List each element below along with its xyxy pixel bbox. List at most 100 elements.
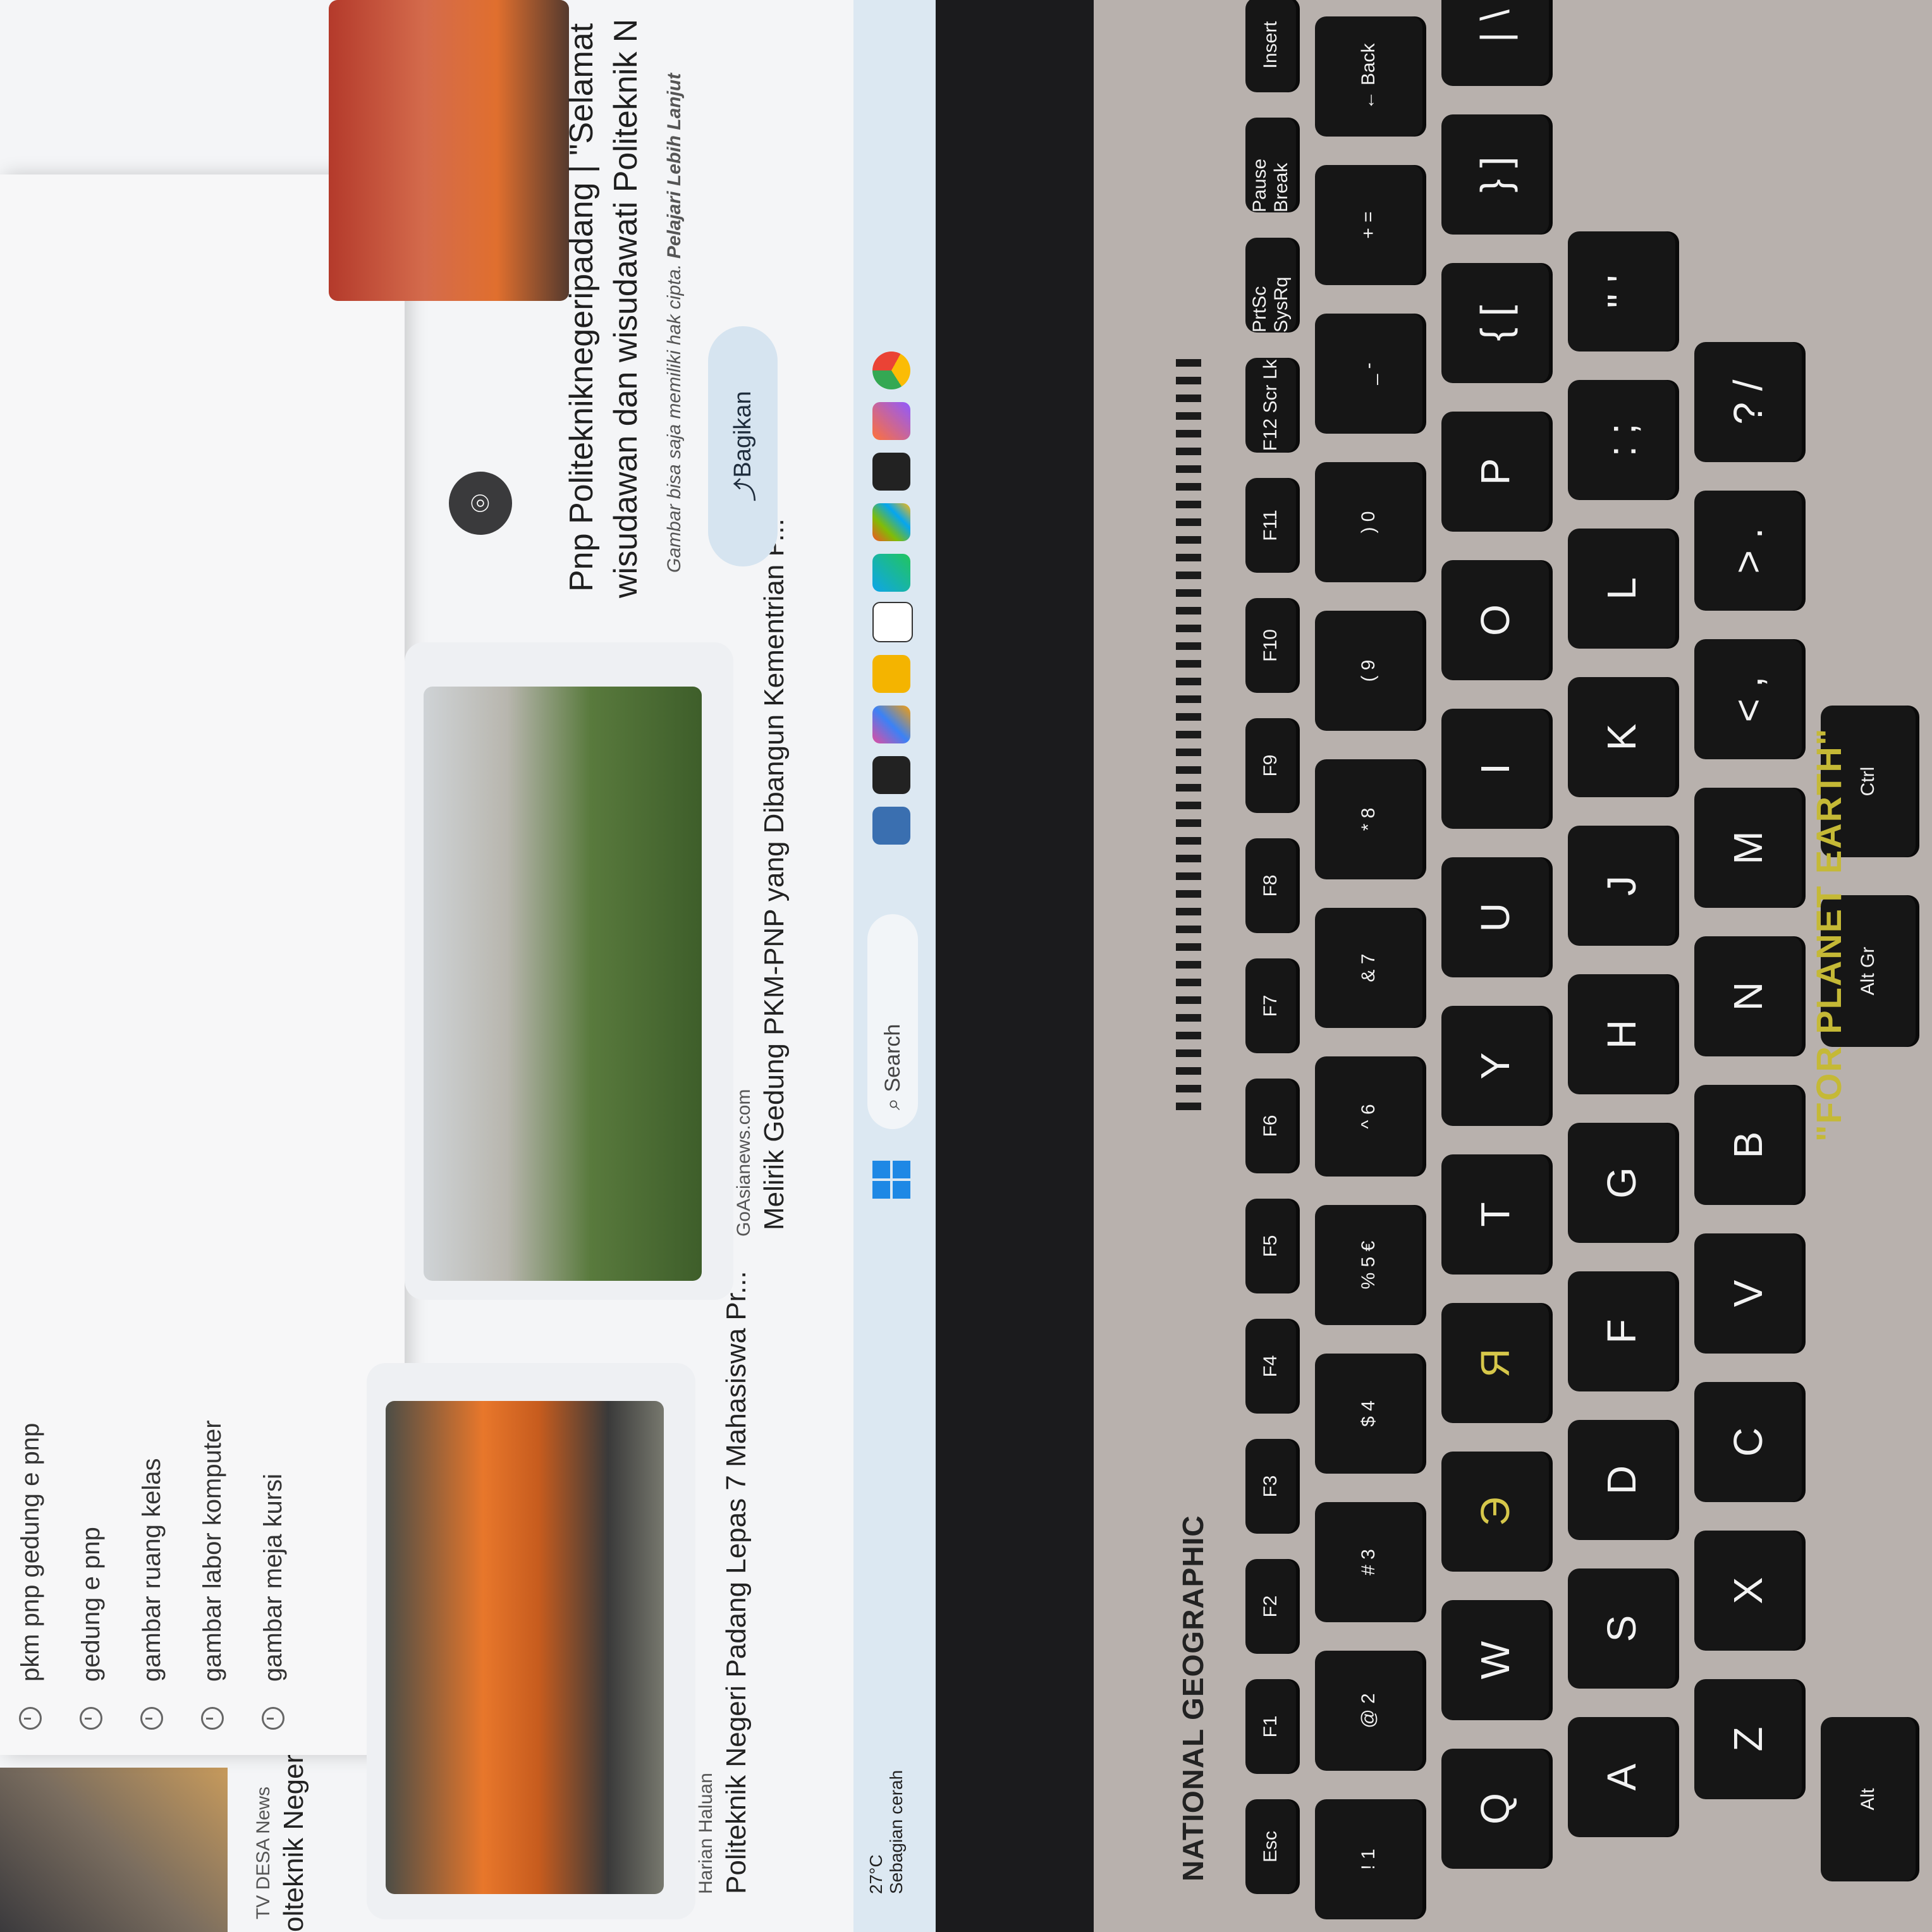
weather-widget[interactable]: 27°C Sebagian cerah: [866, 1770, 907, 1894]
key[interactable]: " ': [1568, 231, 1675, 352]
key[interactable]: Z: [1694, 1679, 1802, 1799]
share-label: Bagikan: [729, 391, 756, 478]
dropbox-icon[interactable]: [872, 453, 910, 491]
key[interactable]: ! 1: [1315, 1799, 1422, 1919]
key[interactable]: F2: [1245, 1559, 1296, 1654]
screen-content: TV DESA News olteknik Negeri pkm pnp ged…: [0, 0, 936, 1932]
suggestion-item[interactable]: gambar meja kursi: [243, 174, 303, 1755]
detail-title: wisudawan dan wisudawati Politeknik N: [608, 18, 644, 598]
windows-start-icon[interactable]: [872, 1161, 910, 1199]
key[interactable]: < ,: [1694, 639, 1802, 759]
key[interactable]: ) 0: [1315, 462, 1422, 582]
firefox-icon[interactable]: [872, 402, 910, 440]
key[interactable]: W: [1441, 1600, 1549, 1720]
key[interactable]: C: [1694, 1382, 1802, 1502]
key[interactable]: * 8: [1315, 759, 1422, 879]
key[interactable]: + =: [1315, 165, 1422, 285]
key[interactable]: : ;: [1568, 380, 1675, 500]
speaker-grille: [1176, 352, 1201, 1110]
key[interactable]: F1: [1245, 1679, 1296, 1774]
card-headline[interactable]: Politeknik Negeri Padang Lepas 7 Mahasis…: [721, 1271, 752, 1894]
key[interactable]: F4: [1245, 1319, 1296, 1414]
key[interactable]: F6: [1245, 1079, 1296, 1173]
key[interactable]: U: [1441, 857, 1549, 977]
key[interactable]: Insert: [1245, 0, 1296, 92]
key[interactable]: | \: [1441, 0, 1549, 86]
news-card[interactable]: [405, 642, 733, 1300]
card-headline[interactable]: Melirik Gedung PKM-PNP yang Dibangun Kem…: [759, 518, 790, 1230]
amazon-icon[interactable]: [872, 602, 913, 642]
file-explorer-icon[interactable]: [872, 655, 910, 693]
key[interactable]: ( 9: [1315, 611, 1422, 731]
key[interactable]: _ -: [1315, 314, 1422, 434]
key[interactable]: # 3: [1315, 1502, 1422, 1622]
task-view-icon[interactable]: [872, 756, 910, 794]
key[interactable]: Q: [1441, 1749, 1549, 1869]
news-card[interactable]: [367, 1363, 695, 1919]
learn-more-link[interactable]: Pelajari Lebih Lanjut: [664, 73, 685, 259]
key[interactable]: T: [1441, 1154, 1549, 1275]
key[interactable]: Э: [1441, 1452, 1549, 1572]
suggestion-item[interactable]: gedung e pnp: [61, 174, 121, 1755]
key[interactable]: I: [1441, 709, 1549, 829]
key[interactable]: G: [1568, 1123, 1675, 1243]
suggestion-item[interactable]: gambar labor komputer: [182, 174, 243, 1755]
widget-app-icon[interactable]: [872, 807, 910, 845]
key[interactable]: PrtSc SysRq: [1245, 238, 1296, 333]
key[interactable]: > .: [1694, 491, 1802, 611]
news-image: [386, 1401, 664, 1894]
card-headline[interactable]: olteknik Negeri: [278, 1748, 310, 1932]
key[interactable]: @ 2: [1315, 1651, 1422, 1771]
key[interactable]: % 5 €: [1315, 1205, 1422, 1325]
key[interactable]: ← Back: [1315, 16, 1422, 137]
key[interactable]: ? /: [1694, 342, 1802, 462]
suggestion-item[interactable]: gambar ruang kelas: [121, 174, 182, 1755]
key[interactable]: B: [1694, 1085, 1802, 1205]
share-button[interactable]: ⤴ Bagikan: [708, 326, 778, 566]
taskbar: 27°C Sebagian cerah ⌕ Search: [853, 0, 936, 1932]
key[interactable]: H: [1568, 974, 1675, 1094]
key[interactable]: K: [1568, 677, 1675, 797]
key[interactable]: D: [1568, 1420, 1675, 1540]
key[interactable]: Esc: [1245, 1799, 1296, 1894]
store-icon[interactable]: [872, 503, 910, 541]
key[interactable]: O: [1441, 560, 1549, 680]
key[interactable]: $ 4: [1315, 1354, 1422, 1474]
key[interactable]: F8: [1245, 838, 1296, 933]
key[interactable]: J: [1568, 826, 1675, 946]
history-icon: [262, 1707, 284, 1730]
key[interactable]: ^ 6: [1315, 1056, 1422, 1177]
key[interactable]: P: [1441, 412, 1549, 532]
key[interactable]: F7: [1245, 958, 1296, 1053]
key[interactable]: N: [1694, 936, 1802, 1056]
key[interactable]: F11: [1245, 478, 1296, 573]
chrome-icon[interactable]: [872, 352, 910, 389]
key[interactable]: } ]: [1441, 114, 1549, 235]
lens-icon[interactable]: ⌾: [449, 472, 512, 535]
key[interactable]: & 7: [1315, 908, 1422, 1028]
copilot-icon[interactable]: [872, 706, 910, 743]
taskbar-search[interactable]: ⌕ Search: [867, 914, 918, 1129]
suggestion-text: pkm pnp gedung e pnp: [16, 1422, 44, 1682]
key[interactable]: V: [1694, 1233, 1802, 1354]
key[interactable]: Я: [1441, 1303, 1549, 1423]
key[interactable]: { [: [1441, 263, 1549, 383]
key[interactable]: F12 Scr Lk: [1245, 358, 1296, 453]
thumbnail-image[interactable]: [0, 1768, 228, 1932]
edge-icon[interactable]: [872, 554, 910, 592]
key[interactable]: F: [1568, 1271, 1675, 1391]
key[interactable]: A: [1568, 1717, 1675, 1837]
key[interactable]: F3: [1245, 1439, 1296, 1534]
key[interactable]: S: [1568, 1568, 1675, 1689]
key[interactable]: F9: [1245, 718, 1296, 813]
suggestion-item[interactable]: pkm pnp gedung e pnp: [0, 174, 61, 1755]
key[interactable]: X: [1694, 1531, 1802, 1651]
key[interactable]: M: [1694, 788, 1802, 908]
key[interactable]: F10: [1245, 598, 1296, 693]
key[interactable]: L: [1568, 529, 1675, 649]
key[interactable]: Alt: [1821, 1717, 1916, 1881]
key[interactable]: Pause Break: [1245, 118, 1296, 212]
card-source: Harian Haluan: [695, 1773, 716, 1894]
key[interactable]: F5: [1245, 1199, 1296, 1293]
key[interactable]: Y: [1441, 1006, 1549, 1126]
